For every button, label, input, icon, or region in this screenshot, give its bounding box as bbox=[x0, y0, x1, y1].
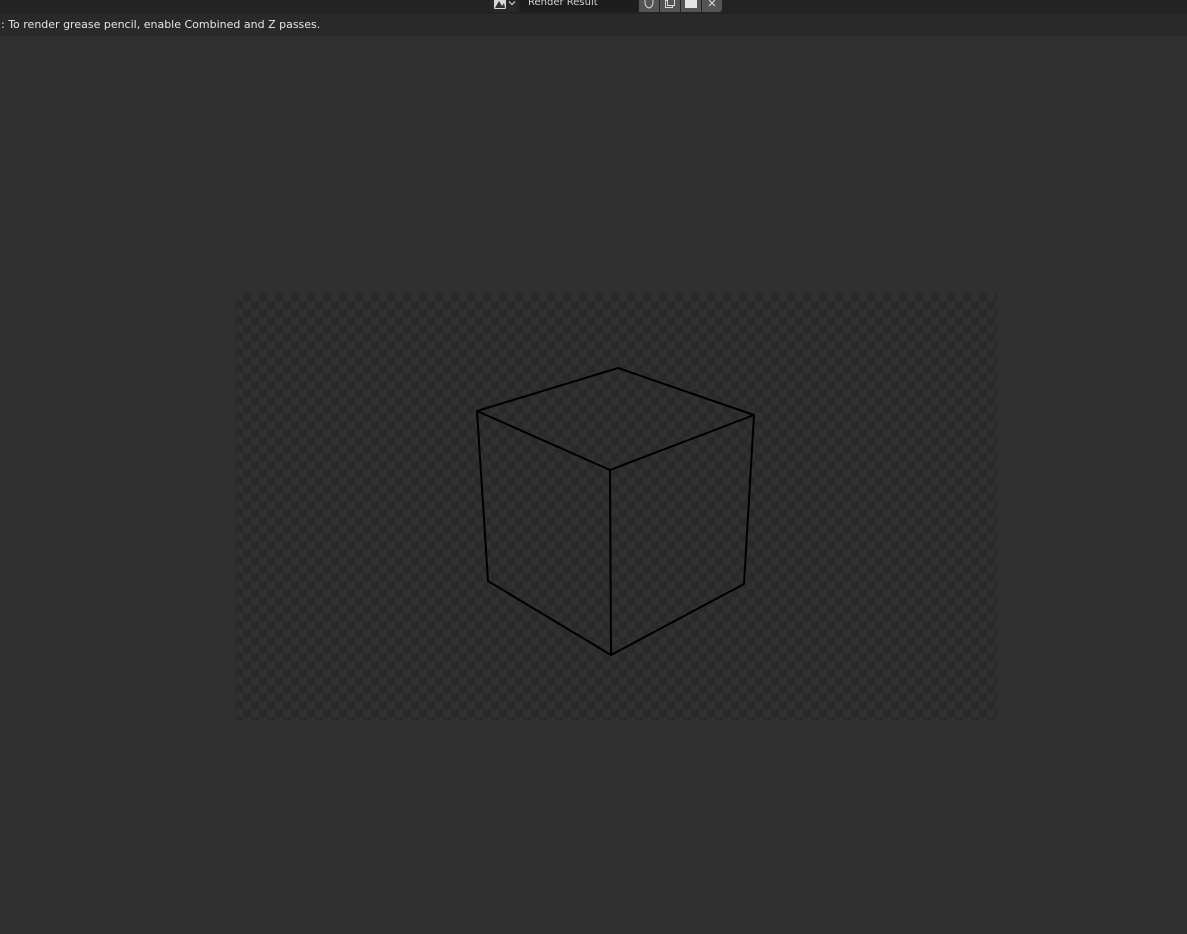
close-icon bbox=[708, 0, 716, 7]
duplicate-image-button[interactable] bbox=[660, 0, 680, 12]
duplicate-image-icon bbox=[665, 0, 675, 8]
new-image-button[interactable] bbox=[681, 0, 701, 12]
chevron-down-icon bbox=[508, 1, 515, 6]
image-editor-header: Render Result bbox=[0, 0, 1187, 14]
image-browse-group: Render Result bbox=[490, 0, 722, 12]
image-name-field[interactable]: Render Result bbox=[520, 0, 638, 12]
cube-top-face bbox=[476, 367, 755, 471]
render-result-image bbox=[235, 293, 997, 720]
unlink-image-button[interactable] bbox=[702, 0, 722, 12]
cube-right-face bbox=[610, 414, 755, 656]
fake-user-shield-icon bbox=[644, 0, 654, 9]
image-browse-button[interactable] bbox=[490, 0, 518, 12]
info-message-bar: : To render grease pencil, enable Combin… bbox=[0, 14, 1187, 36]
info-message: : To render grease pencil, enable Combin… bbox=[1, 18, 321, 31]
cube-wireframe bbox=[476, 367, 755, 656]
image-editor-icon bbox=[493, 0, 506, 9]
cube-left-face bbox=[476, 410, 612, 656]
fake-user-button[interactable] bbox=[639, 0, 659, 12]
image-editor: Render Result: To render grease pencil,… bbox=[0, 0, 1187, 934]
new-image-icon bbox=[685, 0, 697, 8]
